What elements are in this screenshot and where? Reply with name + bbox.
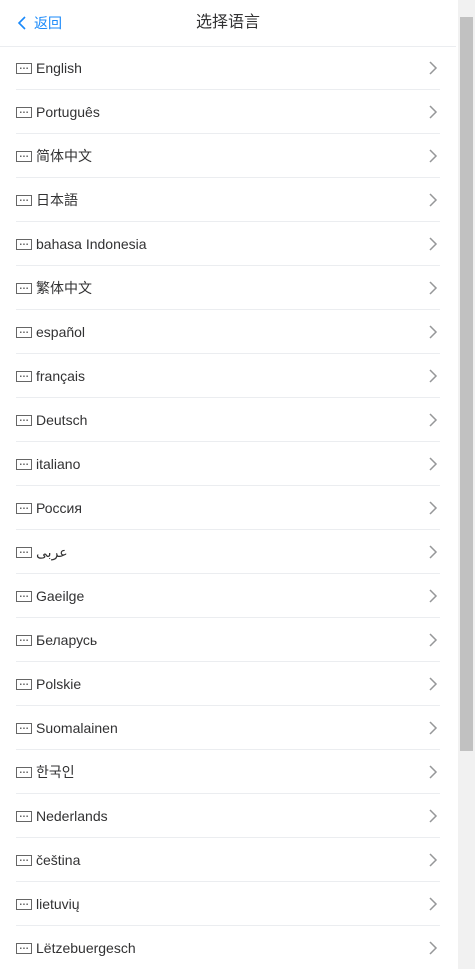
keyboard-icon [16, 590, 32, 602]
language-label: Gaeilge [36, 588, 85, 604]
language-label: 한국인 [36, 764, 75, 780]
language-item[interactable]: bahasa Indonesia [0, 222, 456, 266]
language-item[interactable]: čeština [0, 838, 456, 882]
keyboard-icon [16, 942, 32, 954]
keyboard-icon [16, 282, 32, 294]
language-item[interactable]: 日本語 [0, 178, 456, 222]
keyboard-icon [16, 678, 32, 690]
language-label: 日本語 [36, 192, 78, 208]
keyboard-icon [16, 106, 32, 118]
keyboard-icon [16, 150, 32, 162]
chevron-right-icon [429, 589, 438, 603]
chevron-right-icon [429, 237, 438, 251]
language-label: bahasa Indonesia [36, 236, 147, 252]
keyboard-icon [16, 194, 32, 206]
chevron-right-icon [429, 281, 438, 295]
chevron-right-icon [429, 193, 438, 207]
language-label: English [36, 60, 82, 76]
language-label: Português [36, 104, 100, 120]
language-item[interactable]: français [0, 354, 456, 398]
language-label: lietuvių [36, 896, 80, 912]
chevron-right-icon [429, 677, 438, 691]
scrollbar[interactable] [458, 0, 475, 969]
keyboard-icon [16, 326, 32, 338]
language-item[interactable]: 简体中文 [0, 134, 456, 178]
chevron-right-icon [429, 457, 438, 471]
language-item[interactable]: español [0, 310, 456, 354]
nav-bar: 返回 选择语言 [0, 0, 456, 47]
chevron-right-icon [429, 853, 438, 867]
language-item[interactable]: Português [0, 90, 456, 134]
language-label: 简体中文 [36, 148, 92, 164]
keyboard-icon [16, 502, 32, 514]
keyboard-icon [16, 854, 32, 866]
keyboard-icon [16, 62, 32, 74]
language-item[interactable]: عربى [0, 530, 456, 574]
language-label: čeština [36, 852, 81, 868]
language-list: English Português 简体中文 日本語 bahasa Indone… [0, 46, 456, 969]
keyboard-icon [16, 898, 32, 910]
back-button[interactable]: 返回 [16, 0, 62, 46]
language-label: français [36, 368, 86, 384]
language-label: Беларусь [36, 632, 98, 648]
language-item[interactable]: 한국인 [0, 750, 456, 794]
language-item[interactable]: Suomalainen [0, 706, 456, 750]
language-item[interactable]: Nederlands [0, 794, 456, 838]
chevron-right-icon [429, 765, 438, 779]
language-label: Россия [36, 500, 82, 516]
keyboard-icon [16, 458, 32, 470]
chevron-right-icon [429, 941, 438, 955]
language-item[interactable]: Gaeilge [0, 574, 456, 618]
keyboard-icon [16, 370, 32, 382]
language-item[interactable]: Lëtzebuergesch [0, 926, 456, 969]
keyboard-icon [16, 810, 32, 822]
language-item[interactable]: Беларусь [0, 618, 456, 662]
language-label: Polskie [36, 676, 82, 692]
scrollbar-thumb[interactable] [460, 17, 473, 751]
keyboard-icon [16, 634, 32, 646]
language-label: عربى [36, 543, 68, 560]
chevron-right-icon [429, 61, 438, 75]
language-item[interactable]: Polskie [0, 662, 456, 706]
chevron-right-icon [429, 809, 438, 823]
language-label: italiano [36, 456, 81, 472]
chevron-right-icon [429, 413, 438, 427]
chevron-right-icon [429, 501, 438, 515]
chevron-right-icon [429, 369, 438, 383]
language-item[interactable]: italiano [0, 442, 456, 486]
language-select-page: 返回 选择语言 English Português 简体中文 日本語 bahas… [0, 0, 456, 969]
chevron-right-icon [429, 325, 438, 339]
chevron-right-icon [429, 105, 438, 119]
keyboard-icon [16, 722, 32, 734]
keyboard-icon [16, 546, 32, 558]
language-label: Suomalainen [36, 720, 118, 736]
language-label: español [36, 324, 86, 340]
chevron-right-icon [429, 721, 438, 735]
language-label: Lëtzebuergesch [36, 940, 136, 956]
keyboard-icon [16, 414, 32, 426]
language-item[interactable]: Россия [0, 486, 456, 530]
language-label: 繁体中文 [36, 280, 92, 296]
language-item[interactable]: lietuvių [0, 882, 456, 926]
language-label: Deutsch [36, 412, 88, 428]
chevron-left-icon [17, 16, 26, 30]
chevron-right-icon [429, 149, 438, 163]
keyboard-icon [16, 766, 32, 778]
scroll-down-arrow[interactable] [458, 952, 475, 969]
chevron-right-icon [429, 897, 438, 911]
back-label: 返回 [34, 15, 62, 31]
keyboard-icon [16, 238, 32, 250]
language-item[interactable]: Deutsch [0, 398, 456, 442]
chevron-right-icon [429, 633, 438, 647]
chevron-right-icon [429, 545, 438, 559]
page-title: 选择语言 [195, 14, 260, 31]
scroll-up-arrow[interactable] [458, 0, 475, 17]
language-label: Nederlands [36, 808, 108, 824]
language-item[interactable]: English [0, 46, 456, 90]
language-item[interactable]: 繁体中文 [0, 266, 456, 310]
